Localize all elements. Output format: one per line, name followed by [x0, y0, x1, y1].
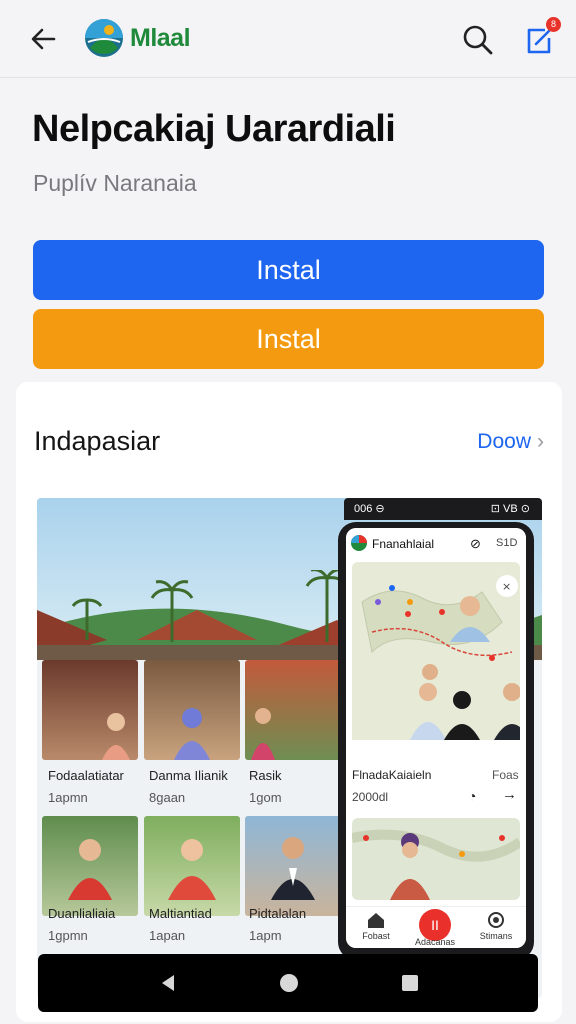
square-recents-icon[interactable]: [400, 973, 420, 993]
nav-item-home[interactable]: Fobast: [348, 911, 404, 941]
nav-item-record-label: Adacanas: [414, 937, 456, 947]
phone-item-right: Foas: [492, 768, 519, 782]
notification-badge: 8: [546, 17, 561, 32]
gallery-tile[interactable]: [42, 816, 138, 916]
tile-caption: Fodaalatiatar: [48, 768, 124, 783]
gallery-tile[interactable]: [144, 660, 240, 760]
tile-caption: Pidtalalan: [249, 906, 307, 921]
phone-app-meta: S1D: [496, 537, 518, 549]
person-photo: [251, 708, 275, 760]
phone-status-bar: 006 ⊖ ⊡ VB ⊙: [344, 498, 542, 520]
app-brand: Mlaal: [130, 24, 191, 52]
map-graphic-secondary: [352, 829, 520, 900]
svg-text:×: ×: [502, 580, 511, 593]
card-action-link[interactable]: Doow ›: [477, 430, 544, 454]
gallery-tile[interactable]: [144, 816, 240, 916]
nav-item-label: Stimans: [479, 931, 513, 941]
person-photo: [102, 713, 130, 760]
nav-item-label: Fobast: [362, 931, 390, 941]
system-nav-bar: [38, 954, 538, 1012]
map-view-secondary[interactable]: [352, 818, 520, 900]
gallery-tile[interactable]: [245, 660, 341, 760]
person-photo: [271, 837, 315, 900]
edit-button[interactable]: 8: [519, 17, 561, 60]
phone-app-header: Fnanahlaial ⊘ S1D: [346, 528, 526, 558]
phone-screen: Fnanahlaial ⊘ S1D × FlnadaKaiaieln Foas …: [346, 528, 526, 948]
card-title: Indapasiar: [34, 426, 161, 456]
phone-item-sub: 2000dl: [352, 790, 389, 804]
card-action-label: Doow: [477, 430, 531, 453]
tile-caption: Maltiantiad: [149, 906, 212, 921]
chevron-right-icon: ›: [537, 430, 544, 453]
triangle-back-icon[interactable]: [158, 973, 178, 993]
arrow-right-icon[interactable]: →: [502, 786, 517, 803]
location-icon[interactable]: ⊘: [470, 536, 481, 552]
app-logo-icon: [85, 19, 123, 57]
circle-home-icon[interactable]: [278, 972, 300, 994]
tile-subtitle: 1gpmn: [48, 928, 88, 943]
person-photo: [174, 708, 210, 760]
tile-subtitle: 8gaan: [149, 790, 186, 805]
home-icon: [368, 913, 384, 928]
gallery-tile[interactable]: [42, 660, 138, 760]
status-right: ⊡ VB ⊙: [490, 503, 530, 515]
install-button-primary[interactable]: Instal: [33, 240, 544, 300]
timer-icon[interactable]: ◔: [468, 788, 476, 804]
map-graphic: ×: [352, 575, 520, 780]
tile-caption: Danma Ilianik: [149, 768, 228, 783]
tile-subtitle: 1apm: [249, 928, 282, 943]
phone-app-title: Fnanahlaial: [372, 537, 435, 551]
person-photo: [68, 839, 112, 900]
tile-caption: Duanlialiaia: [48, 906, 116, 921]
arrow-left-icon[interactable]: [26, 22, 60, 56]
tile-subtitle: 1apan: [149, 928, 186, 943]
status-left: 006 ⊖: [354, 503, 385, 515]
gallery-tile[interactable]: [245, 816, 341, 916]
person-photo: [168, 839, 216, 900]
app-bar: Mlaal 8: [0, 0, 576, 78]
install-button-secondary[interactable]: Instal: [33, 309, 544, 369]
tile-subtitle: 1gom: [249, 790, 282, 805]
nav-item-settings[interactable]: Stimans: [468, 911, 524, 941]
phone-item-caption: FlnadaKaiaieln: [352, 768, 432, 782]
page-title: Nelpcakiaj Uarardiali: [32, 108, 396, 150]
tile-caption: Rasik: [249, 768, 282, 783]
tile-subtitle: 1apmn: [48, 790, 88, 805]
map-view[interactable]: ×: [352, 562, 520, 780]
app-logo-icon: [351, 535, 367, 551]
phone-bottom-nav: Fobast II Adacanas Stimans: [346, 906, 526, 948]
settings-icon: [488, 912, 504, 928]
search-icon[interactable]: [460, 22, 496, 58]
page-subtitle: Puplív Naranaia: [33, 170, 197, 196]
